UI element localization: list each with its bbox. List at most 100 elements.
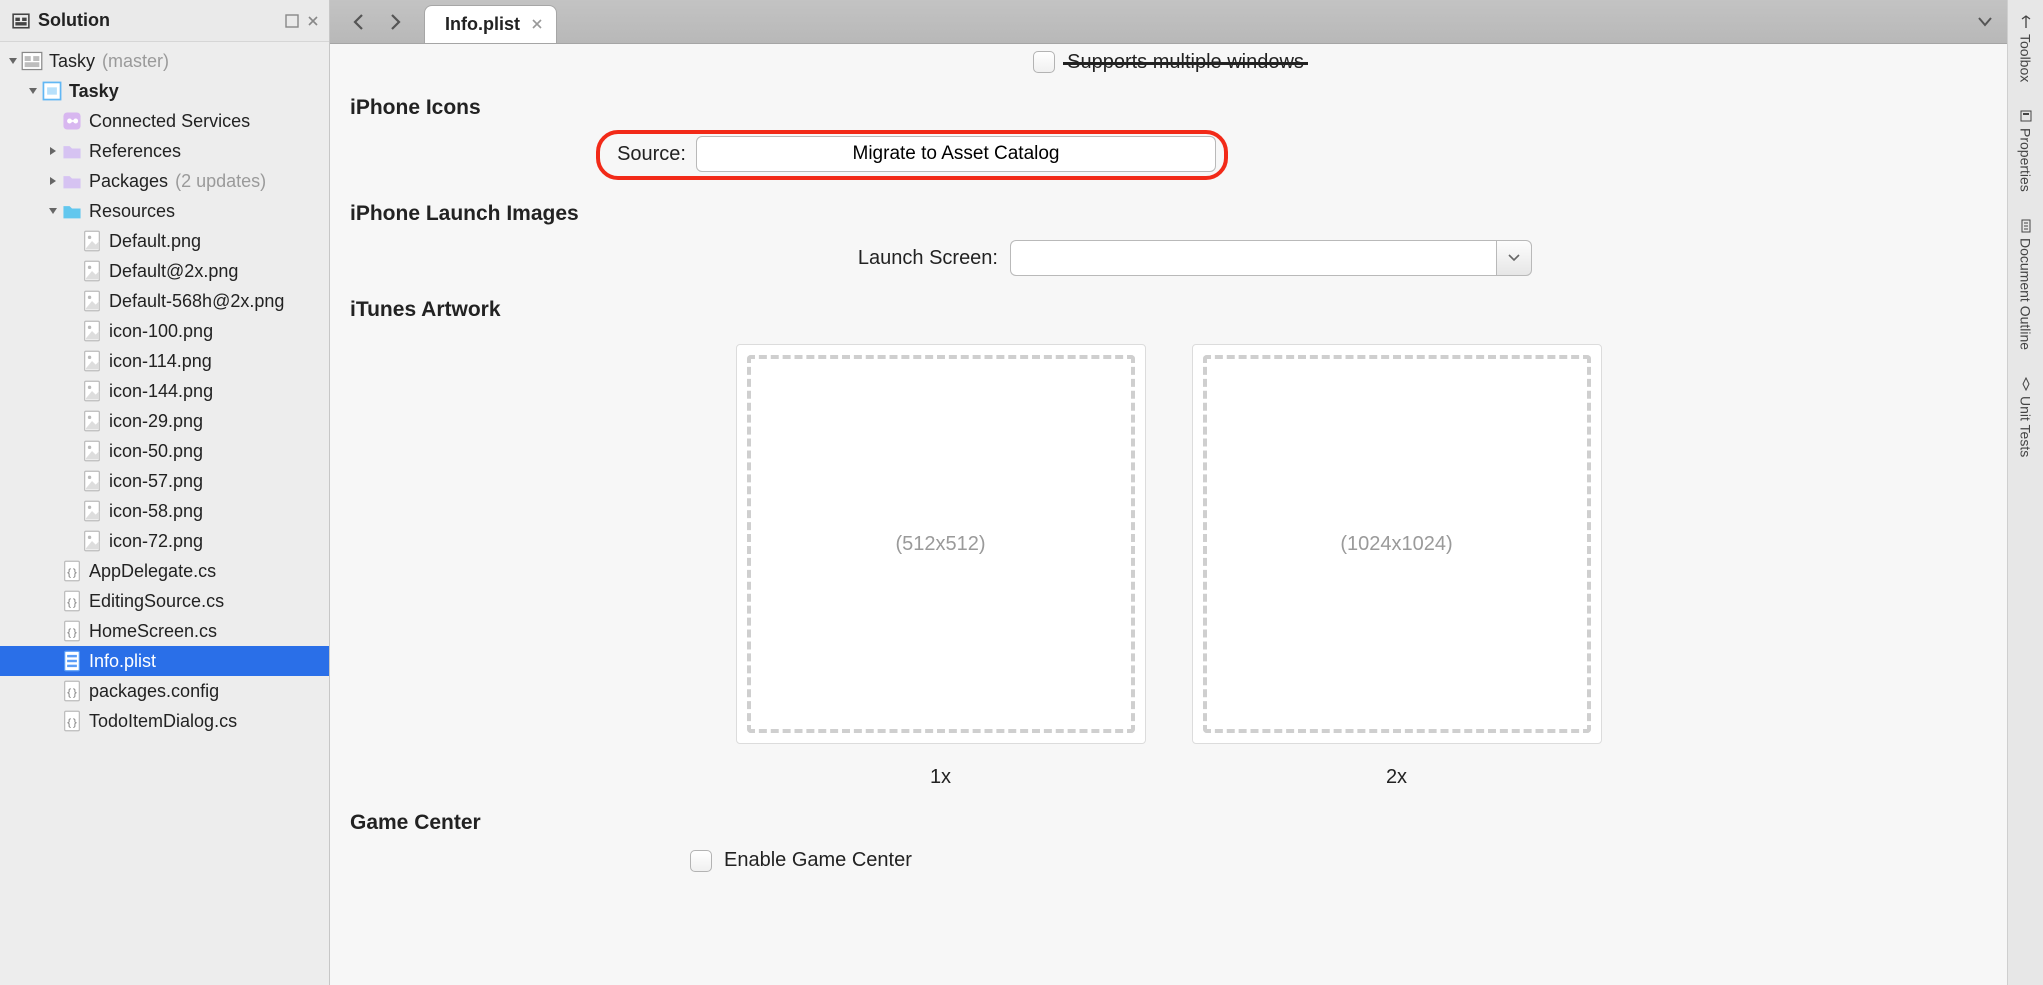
project-icon bbox=[41, 80, 63, 102]
tree-item-label: TodoItemDialog.cs bbox=[89, 712, 237, 730]
tab-properties-label: Properties bbox=[2018, 128, 2034, 192]
tab-bar: Info.plist bbox=[330, 0, 2007, 44]
properties-icon bbox=[2018, 108, 2034, 124]
tree-packages[interactable]: Packages (2 updates) bbox=[0, 166, 329, 196]
nav-back-button[interactable] bbox=[344, 7, 374, 37]
image-file-icon bbox=[81, 440, 103, 462]
tree-item-label: Resources bbox=[89, 202, 175, 220]
svg-text:{}: {} bbox=[66, 688, 78, 699]
solution-pad: Solution Tasky (master) Tasky bbox=[0, 0, 330, 985]
disclosure-right-icon[interactable] bbox=[46, 174, 60, 188]
disclosure-down-icon[interactable] bbox=[6, 54, 20, 68]
image-file-icon bbox=[81, 500, 103, 522]
tree-file[interactable]: Default-568h@2x.png bbox=[0, 286, 329, 316]
tree-project[interactable]: Tasky bbox=[0, 76, 329, 106]
tree-item-hint: (2 updates) bbox=[170, 172, 266, 190]
twisty-placeholder bbox=[46, 714, 60, 728]
tree-file[interactable]: {}AppDelegate.cs bbox=[0, 556, 329, 586]
artwork-well-2x[interactable]: (1024x1024) bbox=[1192, 344, 1602, 744]
connected-services-icon bbox=[61, 110, 83, 132]
tree-file[interactable]: {} TodoItemDialog.cs bbox=[0, 706, 329, 736]
twisty-placeholder bbox=[66, 294, 80, 308]
tree-item-label: Default.png bbox=[109, 232, 201, 250]
disclosure-right-icon[interactable] bbox=[46, 144, 60, 158]
unit-tests-icon bbox=[2018, 376, 2034, 392]
solution-tree[interactable]: Tasky (master) Tasky Connected Services … bbox=[0, 42, 329, 985]
tree-file[interactable]: icon-72.png bbox=[0, 526, 329, 556]
editor-tab[interactable]: Info.plist bbox=[424, 5, 557, 43]
source-label: Source: bbox=[608, 143, 696, 166]
artwork-placeholder-1x: (512x512) bbox=[747, 355, 1135, 733]
section-game-center: Game Center bbox=[350, 811, 1987, 835]
chevron-down-icon[interactable] bbox=[1496, 240, 1532, 276]
tab-unit-tests[interactable]: Unit Tests bbox=[2016, 370, 2036, 463]
document-outline-icon bbox=[2018, 218, 2034, 234]
nav-forward-button[interactable] bbox=[380, 7, 410, 37]
artwork-row: (512x512) 1x (1024x1024) 2x bbox=[350, 336, 1987, 789]
solution-pad-close-icon[interactable] bbox=[307, 15, 319, 27]
artwork-label-1x: 1x bbox=[930, 766, 951, 789]
tree-references[interactable]: References bbox=[0, 136, 329, 166]
tree-file-info-plist[interactable]: Info.plist bbox=[0, 646, 329, 676]
image-file-icon bbox=[81, 320, 103, 342]
artwork-well-1x[interactable]: (512x512) bbox=[736, 344, 1146, 744]
references-folder-icon bbox=[61, 140, 83, 162]
disclosure-down-icon[interactable] bbox=[26, 84, 40, 98]
tree-file[interactable]: Default@2x.png bbox=[0, 256, 329, 286]
twisty-placeholder bbox=[46, 624, 60, 638]
tab-properties[interactable]: Properties bbox=[2016, 102, 2036, 198]
tab-close-icon[interactable] bbox=[528, 15, 546, 33]
tree-connected-services[interactable]: Connected Services bbox=[0, 106, 329, 136]
migrate-asset-catalog-button[interactable]: Migrate to Asset Catalog bbox=[696, 136, 1216, 172]
image-file-icon bbox=[81, 230, 103, 252]
tree-item-label: Packages bbox=[89, 172, 168, 190]
twisty-placeholder bbox=[46, 654, 60, 668]
twisty-placeholder bbox=[46, 564, 60, 578]
tree-file[interactable]: {}EditingSource.cs bbox=[0, 586, 329, 616]
tree-file[interactable]: icon-144.png bbox=[0, 376, 329, 406]
tree-item-label: Default-568h@2x.png bbox=[109, 292, 284, 310]
enable-game-center-checkbox[interactable] bbox=[690, 850, 712, 872]
launch-screen-input[interactable] bbox=[1010, 240, 1496, 276]
tree-resources[interactable]: Resources bbox=[0, 196, 329, 226]
checkbox[interactable] bbox=[1033, 51, 1055, 73]
launch-screen-combo[interactable] bbox=[1010, 240, 1532, 276]
tree-file[interactable]: {}HomeScreen.cs bbox=[0, 616, 329, 646]
tree-item-label: icon-50.png bbox=[109, 442, 203, 460]
tree-file[interactable]: icon-50.png bbox=[0, 436, 329, 466]
tree-file[interactable]: icon-114.png bbox=[0, 346, 329, 376]
solution-pad-icon bbox=[12, 12, 30, 30]
tree-file[interactable]: {}packages.config bbox=[0, 676, 329, 706]
tab-overflow-icon[interactable] bbox=[1973, 10, 1997, 34]
image-file-icon bbox=[81, 470, 103, 492]
tab-unit-tests-label: Unit Tests bbox=[2018, 396, 2034, 457]
tree-file[interactable]: icon-29.png bbox=[0, 406, 329, 436]
tree-project-label: Tasky bbox=[69, 82, 119, 100]
svg-text:{}: {} bbox=[66, 598, 78, 609]
solution-icon bbox=[21, 50, 43, 72]
tab-document-outline[interactable]: Document Outline bbox=[2016, 212, 2036, 356]
tree-item-label: icon-72.png bbox=[109, 532, 203, 550]
tree-root[interactable]: Tasky (master) bbox=[0, 46, 329, 76]
image-file-icon bbox=[81, 350, 103, 372]
section-itunes-artwork: iTunes Artwork bbox=[350, 298, 1987, 322]
right-pad-strip: Toolbox Properties Document Outline Unit… bbox=[2007, 0, 2043, 985]
image-file-icon bbox=[81, 380, 103, 402]
disclosure-down-icon[interactable] bbox=[46, 204, 60, 218]
tab-toolbox[interactable]: Toolbox bbox=[2016, 8, 2036, 88]
tree-item-label: icon-29.png bbox=[109, 412, 203, 430]
tree-file[interactable]: Default.png bbox=[0, 226, 329, 256]
tree-item-label: icon-144.png bbox=[109, 382, 213, 400]
svg-text:{}: {} bbox=[66, 718, 78, 729]
tree-file[interactable]: icon-58.png bbox=[0, 496, 329, 526]
twisty-placeholder bbox=[66, 444, 80, 458]
tree-item-label: icon-100.png bbox=[109, 322, 213, 340]
solution-pad-dock-icon[interactable] bbox=[285, 14, 299, 28]
tree-file[interactable]: icon-100.png bbox=[0, 316, 329, 346]
tree-file[interactable]: icon-57.png bbox=[0, 466, 329, 496]
svg-text:{}: {} bbox=[66, 628, 78, 639]
plist-editor[interactable]: Supports multiple windows iPhone Icons S… bbox=[330, 44, 2007, 985]
cutoff-text: Supports multiple windows bbox=[1067, 51, 1304, 74]
csharp-file-icon: {} bbox=[61, 620, 83, 642]
packages-folder-icon bbox=[61, 170, 83, 192]
